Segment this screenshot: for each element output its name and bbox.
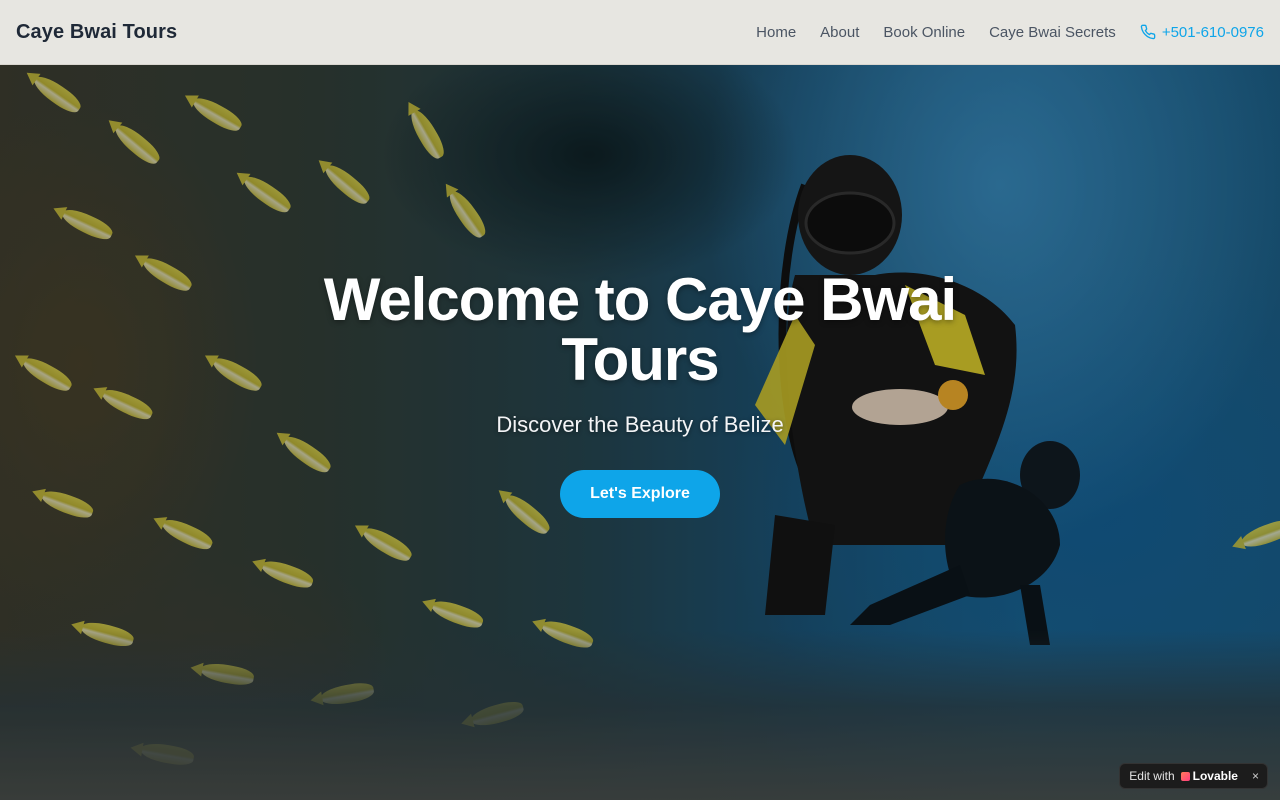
nav-link-book-online[interactable]: Book Online bbox=[883, 24, 965, 41]
hero-title: Welcome to Caye Bwai Tours bbox=[323, 266, 957, 393]
hero-content: Welcome to Caye Bwai Tours Discover the … bbox=[0, 270, 1280, 518]
brand-logo[interactable]: Caye Bwai Tours bbox=[16, 21, 177, 44]
lovable-heart-icon bbox=[1180, 771, 1190, 781]
lovable-brand: Lovable bbox=[1192, 769, 1238, 783]
nav-link-about[interactable]: About bbox=[820, 24, 859, 41]
hero-subtitle: Discover the Beauty of Belize bbox=[496, 412, 784, 437]
close-icon[interactable]: × bbox=[1252, 769, 1259, 783]
lets-explore-button[interactable]: Let's Explore bbox=[560, 470, 720, 518]
nav-links: Home About Book Online Caye Bwai Secrets… bbox=[756, 24, 1264, 41]
nav-link-home[interactable]: Home bbox=[756, 24, 796, 41]
nav-link-caye-bwai-secrets[interactable]: Caye Bwai Secrets bbox=[989, 24, 1116, 41]
hero-section: Welcome to Caye Bwai Tours Discover the … bbox=[0, 65, 1280, 800]
edit-with-lovable-badge[interactable]: Edit with Lovable × bbox=[1119, 763, 1268, 789]
phone-link[interactable]: +501-610-0976 bbox=[1140, 24, 1264, 41]
page: Caye Bwai Tours Home About Book Online C… bbox=[0, 0, 1280, 800]
phone-icon bbox=[1140, 24, 1156, 40]
phone-number: +501-610-0976 bbox=[1161, 23, 1264, 41]
badge-prefix: Edit with bbox=[1129, 769, 1175, 783]
navbar: Caye Bwai Tours Home About Book Online C… bbox=[0, 0, 1280, 65]
lovable-logo: Lovable bbox=[1180, 769, 1238, 783]
